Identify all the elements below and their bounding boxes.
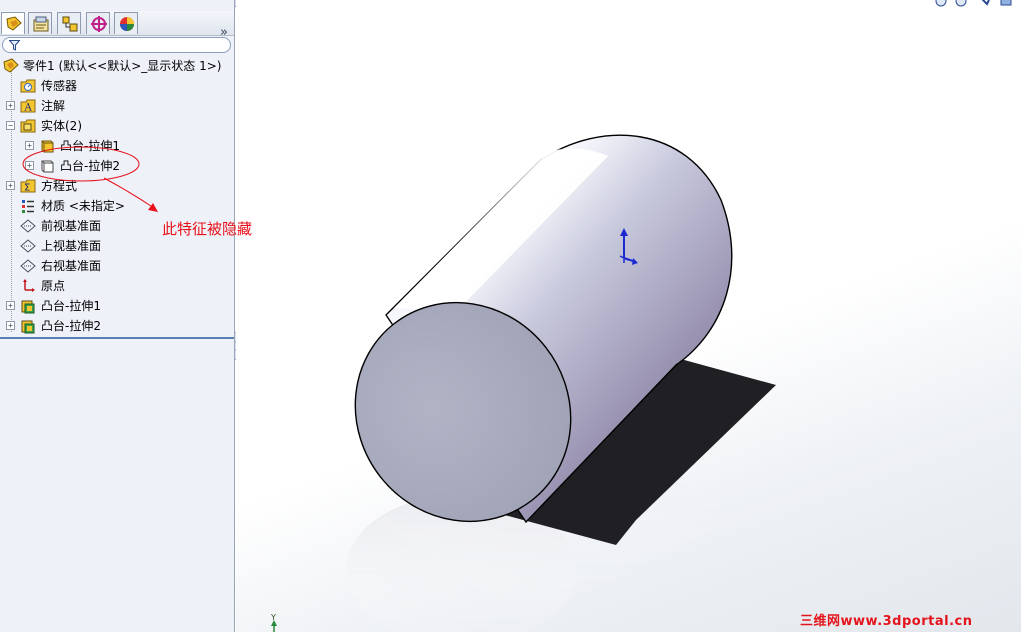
- feature-manager-icon: [6, 16, 22, 31]
- tree-item-label: 凸台-拉伸1: [41, 299, 101, 313]
- property-manager-tab[interactable]: [28, 12, 52, 34]
- tree-filter-input[interactable]: [2, 37, 231, 53]
- tree-root-part[interactable]: 零件1 (默认<<默认>_显示状态 1>): [0, 56, 234, 76]
- annotation-pointer-head: [148, 203, 158, 212]
- graphics-viewport[interactable]: Y 三维网www.3dportal.cn: [236, 0, 1021, 632]
- tree-item-label: 前视基准面: [41, 219, 102, 233]
- annotation-label: 此特征被隐藏: [162, 220, 253, 238]
- tree-item-label: 传感器: [41, 79, 78, 93]
- panel-tab-bar: »: [0, 11, 234, 40]
- annotation-pointer-line: [103, 177, 155, 209]
- configuration-manager-icon: [62, 16, 78, 32]
- tree-item-annotations[interactable]: + A 注解: [0, 96, 234, 116]
- expand-toggle-icon[interactable]: +: [6, 321, 15, 330]
- property-manager-icon: [33, 16, 49, 32]
- display-manager-tab[interactable]: [114, 12, 138, 34]
- annotation-folder-icon: A: [20, 99, 36, 114]
- dimxpert-manager-tab[interactable]: [86, 12, 110, 34]
- filter-funnel-icon: [9, 40, 20, 51]
- panel-divider: [0, 337, 234, 339]
- feature-manager-panel: » 零件1 (默认<<默认>_显示状态 1>) 传感器 + A 注解 − 实体(…: [0, 0, 235, 632]
- watermark-text: 三维网www.3dportal.cn: [800, 614, 973, 629]
- svg-text:A: A: [24, 103, 33, 114]
- origin-icon: [23, 279, 35, 292]
- tree-item-sensors[interactable]: 传感器: [0, 76, 234, 96]
- feature-manager-tab[interactable]: [1, 12, 25, 34]
- tree-item-top-plane[interactable]: 上视基准面: [0, 236, 234, 256]
- expand-toggle-icon[interactable]: +: [6, 101, 15, 110]
- solid-bodies-folder-icon: [20, 119, 36, 133]
- extrude-feature-icon: [21, 320, 35, 334]
- part-icon: [3, 58, 19, 73]
- configuration-manager-tab[interactable]: [57, 12, 81, 34]
- tree-item-extrude1-feature[interactable]: + 凸台-拉伸1: [0, 296, 234, 316]
- expand-toggle-icon[interactable]: +: [6, 301, 15, 310]
- tree-item-label: 右视基准面: [41, 259, 102, 273]
- model-graphics: [271, 134, 776, 632]
- triad-y-label: Y: [271, 613, 276, 622]
- tree-item-solid-bodies[interactable]: − 实体(2): [0, 116, 234, 136]
- tree-item-label: 实体(2): [41, 119, 82, 133]
- annotation-overlay: [22, 146, 158, 212]
- tree-item-label: 上视基准面: [41, 239, 102, 253]
- tree-item-label: 原点: [41, 279, 66, 293]
- extrude-feature-icon: [21, 300, 35, 314]
- display-manager-icon: [120, 17, 134, 31]
- annotation-circle: [22, 146, 140, 182]
- dimxpert-manager-icon: [91, 16, 107, 32]
- tree-item-origin[interactable]: 原点: [0, 276, 234, 296]
- plane-icon: [20, 239, 36, 253]
- tree-item-right-plane[interactable]: 右视基准面: [0, 256, 234, 276]
- plane-icon: [20, 259, 36, 273]
- tree-item-label: 凸台-拉伸2: [41, 319, 101, 333]
- tree-root-label: 零件1 (默认<<默认>_显示状态 1>): [23, 59, 222, 73]
- tree-item-label: 注解: [41, 99, 66, 113]
- sensor-folder-icon: [20, 79, 36, 93]
- collapse-toggle-icon[interactable]: −: [6, 121, 15, 130]
- plane-icon: [20, 219, 36, 233]
- tree-item-extrude2-feature[interactable]: + 凸台-拉伸2: [0, 316, 234, 336]
